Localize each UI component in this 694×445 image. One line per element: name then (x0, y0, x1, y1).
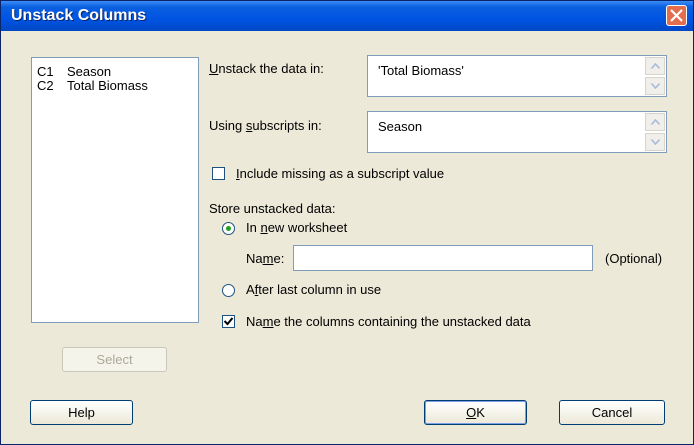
include-missing-label: Include missing as a subscript value (236, 166, 445, 181)
column-name: Total Biomass (67, 78, 148, 93)
chevron-up-icon (651, 119, 660, 125)
list-item[interactable]: C2 Total Biomass (37, 78, 148, 93)
chevron-down-icon (651, 139, 660, 145)
radio-selected-dot (226, 226, 231, 231)
scroll-up-button[interactable] (645, 113, 665, 131)
cancel-button[interactable]: Cancel (559, 400, 665, 425)
name-columns-label: Name the columns containing the unstacke… (246, 314, 531, 329)
chevron-down-icon (651, 83, 660, 89)
column-name: Season (67, 64, 112, 79)
close-icon (670, 9, 683, 22)
dialog-title: Unstack Columns (11, 7, 147, 24)
help-button[interactable]: Help (30, 400, 133, 425)
select-button[interactable]: Select (62, 347, 167, 372)
close-button[interactable] (666, 5, 687, 26)
after-last-column-label: After last column in use (246, 282, 382, 297)
scroll-down-button[interactable] (645, 133, 665, 151)
scrollbar[interactable] (645, 57, 665, 95)
column-id: C1 (37, 64, 54, 79)
store-heading: Store unstacked data: (209, 201, 336, 216)
checkmark-icon (223, 317, 234, 326)
name-columns-checkbox[interactable] (222, 315, 235, 328)
optional-label: (Optional) (605, 251, 663, 266)
subscripts-label: Using subscripts in: (209, 118, 322, 133)
after-last-column-radio[interactable] (222, 284, 235, 297)
columns-listbox[interactable]: C1 Season C2 Total Biomass (31, 57, 199, 323)
unstack-data-value: 'Total Biomass' (378, 63, 464, 78)
include-missing-checkbox[interactable] (212, 167, 225, 180)
new-worksheet-radio[interactable] (222, 222, 235, 235)
scroll-up-button[interactable] (645, 57, 665, 75)
new-worksheet-label: In new worksheet (246, 220, 348, 235)
worksheet-name-input[interactable] (293, 245, 593, 271)
title-bar: Unstack Columns (1, 1, 693, 31)
unstack-data-label: Unstack the data in: (209, 61, 324, 76)
scrollbar[interactable] (645, 113, 665, 151)
column-id: C2 (37, 78, 54, 93)
ok-button[interactable]: OK (424, 400, 527, 425)
name-label: Name: (246, 251, 285, 266)
chevron-up-icon (651, 63, 660, 69)
list-item[interactable]: C1 Season (37, 64, 111, 79)
scroll-down-button[interactable] (645, 77, 665, 95)
unstack-data-field[interactable]: 'Total Biomass' (367, 55, 667, 97)
subscripts-field[interactable]: Season (367, 111, 667, 153)
subscripts-value: Season (378, 119, 423, 134)
unstack-columns-dialog: Unstack Columns C1 Season C2 Total Biomass… (0, 0, 694, 445)
